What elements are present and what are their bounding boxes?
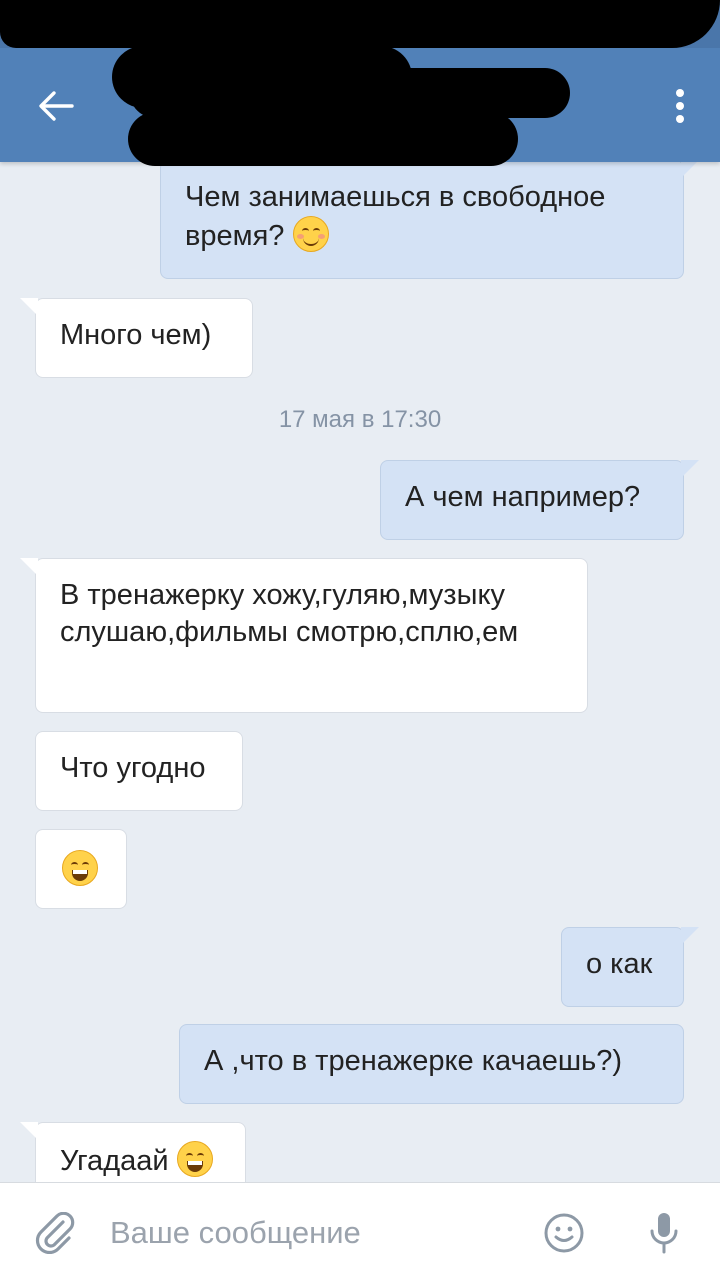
message-input[interactable] [108, 1203, 522, 1263]
chat-header [0, 0, 720, 166]
grinning-emoji-icon [176, 1141, 213, 1177]
attach-button[interactable] [30, 1207, 82, 1259]
message-text: В тренажерку хожу,гуляю,музыку слушаю,фи… [60, 579, 519, 648]
message-outgoing[interactable]: о как [561, 927, 699, 1007]
emoji-button[interactable] [540, 1209, 588, 1257]
microphone-icon [650, 1213, 678, 1254]
back-button[interactable] [28, 82, 84, 130]
paperclip-icon [35, 1212, 75, 1254]
message-incoming[interactable]: Что угодно [35, 731, 243, 811]
smiley-icon [544, 1213, 584, 1253]
message-incoming[interactable]: В тренажерку хожу,гуляю,музыку слушаю,фи… [20, 558, 588, 713]
message-incoming[interactable] [35, 829, 127, 909]
arrow-left-icon [39, 91, 74, 121]
date-separator: 17 мая в 17:30 [278, 406, 442, 433]
message-text: Угадаай [60, 1145, 169, 1177]
voice-message-button[interactable] [640, 1207, 688, 1259]
smiling-blush-emoji-icon [292, 216, 329, 252]
message-outgoing[interactable]: А ,что в тренажерке качаешь?) [179, 1024, 684, 1104]
message-incoming[interactable]: Много чем) [20, 298, 253, 378]
grinning-emoji-icon [62, 850, 98, 886]
more-options-button[interactable] [662, 80, 698, 132]
message-input-bar [0, 1182, 720, 1281]
message-outgoing[interactable]: Чем занимаешься в свободное время? [160, 162, 699, 279]
message-list[interactable]: Чем занимаешься в свободное время? Много… [0, 162, 720, 1182]
message-text: А ,что в тренажерке качаешь?) [204, 1045, 623, 1077]
message-text: о как [586, 948, 653, 980]
message-text: Много чем) [60, 319, 212, 351]
message-text: Что угодно [60, 752, 206, 784]
message-outgoing[interactable]: А чем например? [380, 460, 699, 540]
redaction-mark [128, 112, 518, 166]
redaction-mark [130, 68, 570, 118]
message-text: Чем занимаешься в свободное время? [185, 181, 606, 252]
message-incoming[interactable]: Угадаай [20, 1122, 246, 1182]
more-vertical-icon [676, 89, 684, 123]
redaction-mark [0, 0, 720, 48]
message-text: А чем например? [405, 481, 641, 513]
